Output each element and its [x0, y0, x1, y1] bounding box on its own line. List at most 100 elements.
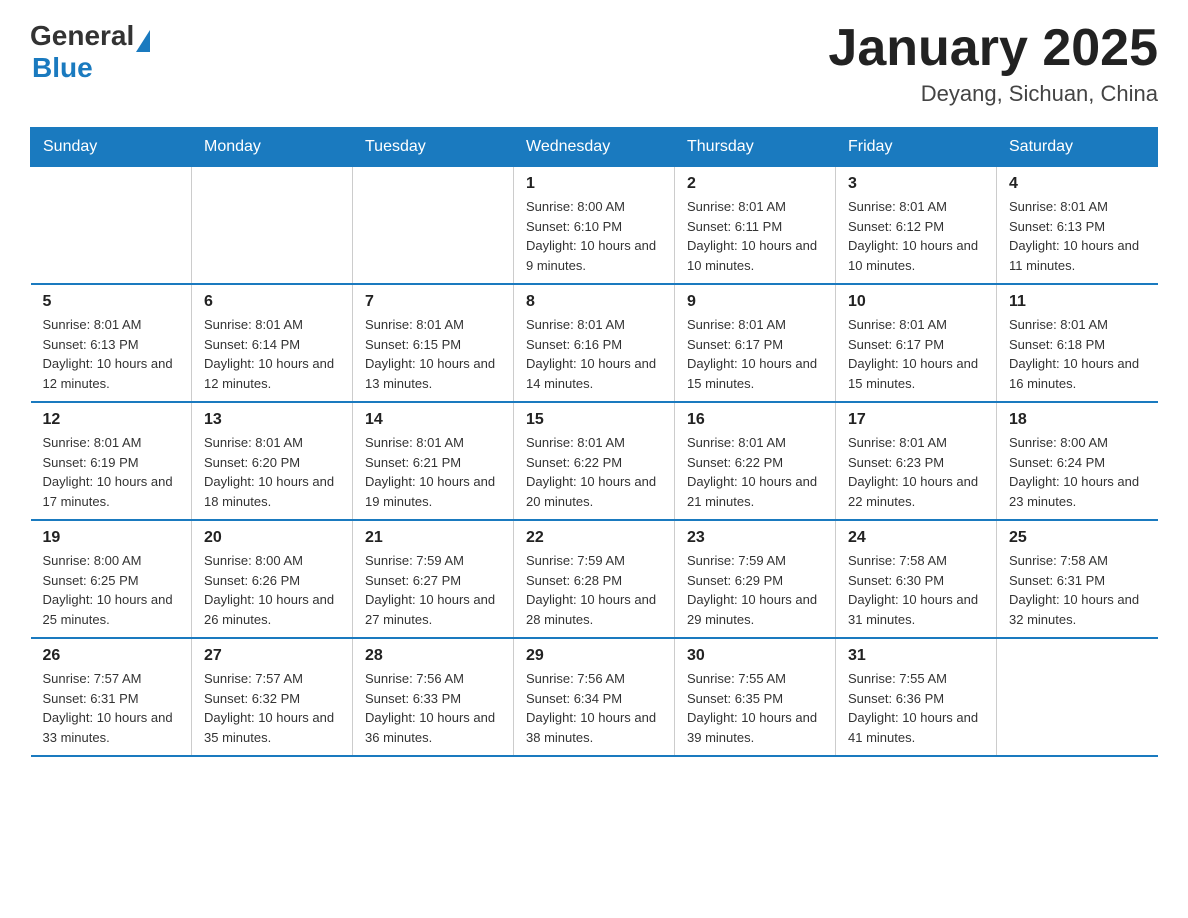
sunset-text: Sunset: 6:32 PM	[204, 689, 340, 709]
calendar-week-row: 26Sunrise: 7:57 AMSunset: 6:31 PMDayligh…	[31, 638, 1158, 756]
calendar-cell: 21 Sunrise: 7:59 AMSunset: 6:27 PMDayligh…	[353, 520, 514, 638]
sunrise-text: Sunrise: 8:01 AM	[1009, 197, 1146, 217]
sunset-text: Sunset: 6:18 PM	[1009, 335, 1146, 355]
day-number: 24	[848, 529, 984, 547]
sunset-text: Sunset: 6:16 PM	[526, 335, 662, 355]
sunrise-text: Sunrise: 7:56 AM	[365, 669, 501, 689]
column-header-wednesday: Wednesday	[514, 128, 675, 167]
calendar-cell: 7Sunrise: 8:01 AMSunset: 6:15 PMDaylight…	[353, 284, 514, 402]
day-info: Sunrise: 8:01 AMSunset: 6:20 PMDaylight:…	[204, 433, 340, 511]
day-info: Sunrise: 8:01 AMSunset: 6:21 PMDaylight:…	[365, 433, 501, 511]
daylight-text: Daylight: 10 hours and 32 minutes.	[1009, 590, 1146, 629]
sunset-text: Sunset: 6:27 PM	[365, 571, 501, 591]
day-number: 27	[204, 647, 340, 665]
sunrise-text: Sunrise: 8:01 AM	[848, 315, 984, 335]
calendar-cell: 23Sunrise: 7:59 AMSunset: 6:29 PMDayligh…	[675, 520, 836, 638]
day-info: Sunrise: 7:55 AMSunset: 6:35 PMDaylight:…	[687, 669, 823, 747]
calendar-cell: 13Sunrise: 8:01 AMSunset: 6:20 PMDayligh…	[192, 402, 353, 520]
sunrise-text: Sunrise: 8:01 AM	[43, 315, 180, 335]
day-number: 22	[526, 529, 662, 547]
calendar-cell	[192, 167, 353, 285]
day-number: 15	[526, 411, 662, 429]
day-number: 11	[1009, 293, 1146, 311]
daylight-text: Daylight: 10 hours and 14 minutes.	[526, 354, 662, 393]
daylight-text: Daylight: 10 hours and 12 minutes.	[43, 354, 180, 393]
day-info: Sunrise: 8:00 AMSunset: 6:25 PMDaylight:…	[43, 551, 180, 629]
sunrise-text: Sunrise: 7:58 AM	[848, 551, 984, 571]
calendar-cell: 1 Sunrise: 8:00 AMSunset: 6:10 PMDaylight…	[514, 167, 675, 285]
daylight-text: Daylight: 10 hours and 27 minutes.	[365, 590, 501, 629]
daylight-text: Daylight: 10 hours and 39 minutes.	[687, 708, 823, 747]
sunset-text: Sunset: 6:11 PM	[687, 217, 823, 237]
daylight-text: Daylight: 10 hours and 29 minutes.	[687, 590, 823, 629]
day-info: Sunrise: 8:01 AMSunset: 6:11 PMDaylight:…	[687, 197, 823, 275]
day-info: Sunrise: 7:55 AMSunset: 6:36 PMDaylight:…	[848, 669, 984, 747]
day-number: 10	[848, 293, 984, 311]
daylight-text: Daylight: 10 hours and 10 minutes.	[687, 236, 823, 275]
sunrise-text: Sunrise: 7:59 AM	[526, 551, 662, 571]
calendar-cell: 15Sunrise: 8:01 AMSunset: 6:22 PMDayligh…	[514, 402, 675, 520]
daylight-text: Daylight: 10 hours and 10 minutes.	[848, 236, 984, 275]
sunrise-text: Sunrise: 7:55 AM	[848, 669, 984, 689]
sunrise-text: Sunrise: 8:01 AM	[526, 315, 662, 335]
sunset-text: Sunset: 6:29 PM	[687, 571, 823, 591]
calendar-cell	[353, 167, 514, 285]
calendar-cell: 9 Sunrise: 8:01 AMSunset: 6:17 PMDaylight…	[675, 284, 836, 402]
day-number: 28	[365, 647, 501, 665]
sunrise-text: Sunrise: 8:01 AM	[687, 433, 823, 453]
sunrise-text: Sunrise: 8:01 AM	[43, 433, 180, 453]
day-number: 26	[43, 647, 180, 665]
day-number: 20	[204, 529, 340, 547]
sunrise-text: Sunrise: 8:01 AM	[365, 315, 501, 335]
calendar-cell: 20Sunrise: 8:00 AMSunset: 6:26 PMDayligh…	[192, 520, 353, 638]
sunset-text: Sunset: 6:31 PM	[1009, 571, 1146, 591]
daylight-text: Daylight: 10 hours and 9 minutes.	[526, 236, 662, 275]
daylight-text: Daylight: 10 hours and 18 minutes.	[204, 472, 340, 511]
sunset-text: Sunset: 6:34 PM	[526, 689, 662, 709]
daylight-text: Daylight: 10 hours and 12 minutes.	[204, 354, 340, 393]
sunset-text: Sunset: 6:26 PM	[204, 571, 340, 591]
sunrise-text: Sunrise: 8:00 AM	[526, 197, 662, 217]
day-info: Sunrise: 7:59 AMSunset: 6:28 PMDaylight:…	[526, 551, 662, 629]
calendar-week-row: 19Sunrise: 8:00 AMSunset: 6:25 PMDayligh…	[31, 520, 1158, 638]
calendar-title: January 2025	[828, 20, 1158, 77]
daylight-text: Daylight: 10 hours and 38 minutes.	[526, 708, 662, 747]
daylight-text: Daylight: 10 hours and 11 minutes.	[1009, 236, 1146, 275]
sunrise-text: Sunrise: 7:55 AM	[687, 669, 823, 689]
calendar-cell: 19Sunrise: 8:00 AMSunset: 6:25 PMDayligh…	[31, 520, 192, 638]
sunrise-text: Sunrise: 7:59 AM	[365, 551, 501, 571]
daylight-text: Daylight: 10 hours and 21 minutes.	[687, 472, 823, 511]
sunset-text: Sunset: 6:10 PM	[526, 217, 662, 237]
sunrise-text: Sunrise: 8:00 AM	[204, 551, 340, 571]
day-info: Sunrise: 8:01 AMSunset: 6:13 PMDaylight:…	[43, 315, 180, 393]
day-info: Sunrise: 8:01 AMSunset: 6:12 PMDaylight:…	[848, 197, 984, 275]
day-number: 1	[526, 175, 662, 193]
day-number: 3	[848, 175, 984, 193]
day-info: Sunrise: 8:01 AMSunset: 6:23 PMDaylight:…	[848, 433, 984, 511]
sunrise-text: Sunrise: 8:01 AM	[848, 433, 984, 453]
sunrise-text: Sunrise: 8:01 AM	[365, 433, 501, 453]
day-info: Sunrise: 8:01 AMSunset: 6:17 PMDaylight:…	[687, 315, 823, 393]
calendar-cell: 24Sunrise: 7:58 AMSunset: 6:30 PMDayligh…	[836, 520, 997, 638]
day-number: 12	[43, 411, 180, 429]
sunset-text: Sunset: 6:22 PM	[687, 453, 823, 473]
sunset-text: Sunset: 6:17 PM	[848, 335, 984, 355]
sunrise-text: Sunrise: 8:01 AM	[204, 433, 340, 453]
day-number: 8	[526, 293, 662, 311]
calendar-cell: 26Sunrise: 7:57 AMSunset: 6:31 PMDayligh…	[31, 638, 192, 756]
calendar-cell: 29Sunrise: 7:56 AMSunset: 6:34 PMDayligh…	[514, 638, 675, 756]
sunset-text: Sunset: 6:25 PM	[43, 571, 180, 591]
calendar-cell: 28 Sunrise: 7:56 AMSunset: 6:33 PMDayligh…	[353, 638, 514, 756]
column-header-saturday: Saturday	[997, 128, 1158, 167]
daylight-text: Daylight: 10 hours and 15 minutes.	[848, 354, 984, 393]
title-area: January 2025 Deyang, Sichuan, China	[828, 20, 1158, 107]
day-number: 9	[687, 293, 823, 311]
sunrise-text: Sunrise: 8:01 AM	[526, 433, 662, 453]
day-info: Sunrise: 7:56 AMSunset: 6:33 PMDaylight:…	[365, 669, 501, 747]
column-header-sunday: Sunday	[31, 128, 192, 167]
day-number: 21	[365, 529, 501, 547]
calendar-cell: 22 Sunrise: 7:59 AMSunset: 6:28 PMDayligh…	[514, 520, 675, 638]
daylight-text: Daylight: 10 hours and 19 minutes.	[365, 472, 501, 511]
sunrise-text: Sunrise: 8:00 AM	[1009, 433, 1146, 453]
calendar-cell: 30Sunrise: 7:55 AMSunset: 6:35 PMDayligh…	[675, 638, 836, 756]
